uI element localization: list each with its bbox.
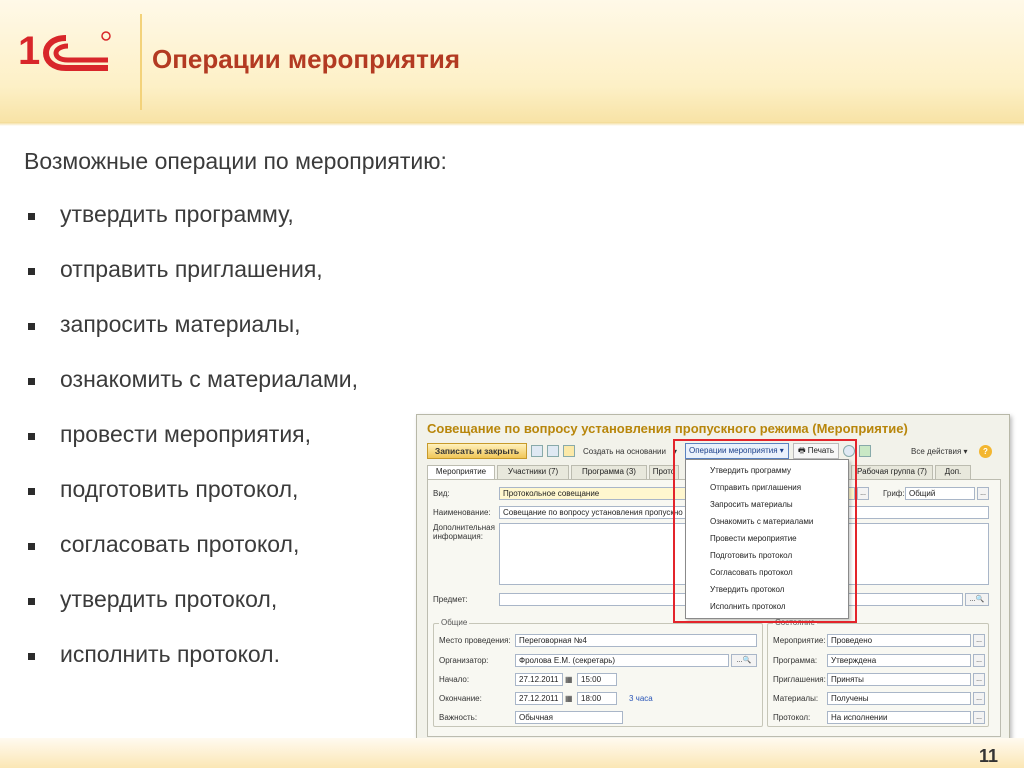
- extra-info-label: Дополнительная информация:: [433, 523, 495, 541]
- list-item: ознакомить с материалами,: [24, 366, 358, 421]
- grif-label: Гриф:: [883, 489, 905, 498]
- operations-list: утвердить программу, отправить приглашен…: [24, 201, 358, 696]
- list-item: запросить материалы,: [24, 311, 358, 366]
- importance-field[interactable]: Обычная: [515, 711, 623, 724]
- form-title: Совещание по вопросу установления пропус…: [427, 421, 908, 436]
- program-state-label: Программа:: [773, 656, 818, 665]
- tab-participants[interactable]: Участники (7): [497, 465, 569, 479]
- list-item: исполнить протокол.: [24, 641, 358, 696]
- list-item: отправить приглашения,: [24, 256, 358, 311]
- bullet-icon: [28, 378, 35, 385]
- select-button[interactable]: ...: [973, 654, 985, 667]
- tab-event[interactable]: Мероприятие: [427, 465, 495, 479]
- bullet-icon: [28, 433, 35, 440]
- materials-state-label: Материалы:: [773, 694, 819, 703]
- organizer-label: Организатор:: [439, 656, 489, 665]
- list-item: утвердить протокол,: [24, 586, 358, 641]
- protocol-state-field[interactable]: На исполнении: [827, 711, 971, 724]
- invites-state-label: Приглашения:: [773, 675, 826, 684]
- place-field[interactable]: Переговорная №4: [515, 634, 757, 647]
- select-button[interactable]: ...: [973, 711, 985, 724]
- save-close-button[interactable]: Записать и закрыть: [427, 443, 527, 459]
- highlight-frame: [673, 439, 857, 623]
- tab-working-group[interactable]: Рабочая группа (7): [851, 465, 933, 479]
- slide-footer: [0, 738, 1024, 768]
- document-icon[interactable]: [547, 445, 559, 457]
- bullet-icon: [28, 268, 35, 275]
- page-number: 11: [978, 746, 998, 766]
- program-state-field[interactable]: Утверждена: [827, 654, 971, 667]
- list-item: подготовить протокол,: [24, 476, 358, 531]
- select-button[interactable]: ...: [973, 673, 985, 686]
- page-title: Операции мероприятия: [152, 44, 460, 74]
- all-actions-button[interactable]: Все действия ▾: [911, 447, 968, 456]
- bullet-icon: [28, 488, 35, 495]
- 1c-logo-icon: 1: [18, 29, 111, 73]
- general-group-title: Общие: [439, 618, 470, 627]
- list-item: согласовать протокол,: [24, 531, 358, 586]
- calendar-icon[interactable]: ▦: [565, 675, 573, 684]
- select-button[interactable]: ...: [973, 692, 985, 705]
- header-separator: [140, 14, 142, 110]
- bullet-icon: [28, 653, 35, 660]
- grif-field[interactable]: Общий: [905, 487, 975, 500]
- name-label: Наименование:: [433, 508, 491, 517]
- start-label: Начало:: [439, 675, 470, 684]
- save-icon[interactable]: [531, 445, 543, 457]
- list-item: утвердить программу,: [24, 201, 358, 256]
- calendar-icon[interactable]: ▦: [565, 694, 573, 703]
- bullet-icon: [28, 543, 35, 550]
- select-button[interactable]: ...: [977, 487, 989, 500]
- bullet-icon: [28, 323, 35, 330]
- organizer-field[interactable]: Фролова Е.М. (секретарь): [515, 654, 729, 667]
- mail-icon[interactable]: [563, 445, 575, 457]
- svg-text:1: 1: [18, 29, 40, 73]
- bullet-icon: [28, 213, 35, 220]
- kind-label: Вид:: [433, 489, 450, 498]
- duration-text: 3 часа: [629, 694, 653, 703]
- select-button[interactable]: ...: [857, 487, 869, 500]
- subject-label: Предмет:: [433, 595, 468, 604]
- bullet-icon: [28, 598, 35, 605]
- end-date-field[interactable]: 27.12.2011: [515, 692, 563, 705]
- header-divider: [0, 122, 1024, 126]
- invites-state-field[interactable]: Приняты: [827, 673, 971, 686]
- form-screenshot: Совещание по вопросу установления пропус…: [416, 414, 1010, 746]
- create-based-button[interactable]: Создать на основании: [583, 447, 666, 456]
- end-time-field[interactable]: 18:00: [577, 692, 617, 705]
- importance-label: Важность:: [439, 713, 478, 722]
- event-state-label: Мероприятие:: [773, 636, 826, 645]
- intro-text: Возможные операции по мероприятию:: [24, 148, 447, 174]
- select-button[interactable]: ...: [973, 634, 985, 647]
- start-time-field[interactable]: 15:00: [577, 673, 617, 686]
- place-label: Место проведения:: [439, 636, 511, 645]
- event-state-field[interactable]: Проведено: [827, 634, 971, 647]
- search-icon[interactable]: ...🔍: [965, 593, 989, 606]
- search-icon[interactable]: ...🔍: [731, 654, 757, 667]
- help-icon[interactable]: ?: [979, 445, 992, 458]
- export-icon[interactable]: [859, 445, 871, 457]
- list-item: провести мероприятия,: [24, 421, 358, 476]
- start-date-field[interactable]: 27.12.2011: [515, 673, 563, 686]
- end-label: Окончание:: [439, 694, 482, 703]
- tab-program[interactable]: Программа (3): [571, 465, 647, 479]
- protocol-state-label: Протокол:: [773, 713, 811, 722]
- tab-extra[interactable]: Доп.: [935, 465, 971, 479]
- materials-state-field[interactable]: Получены: [827, 692, 971, 705]
